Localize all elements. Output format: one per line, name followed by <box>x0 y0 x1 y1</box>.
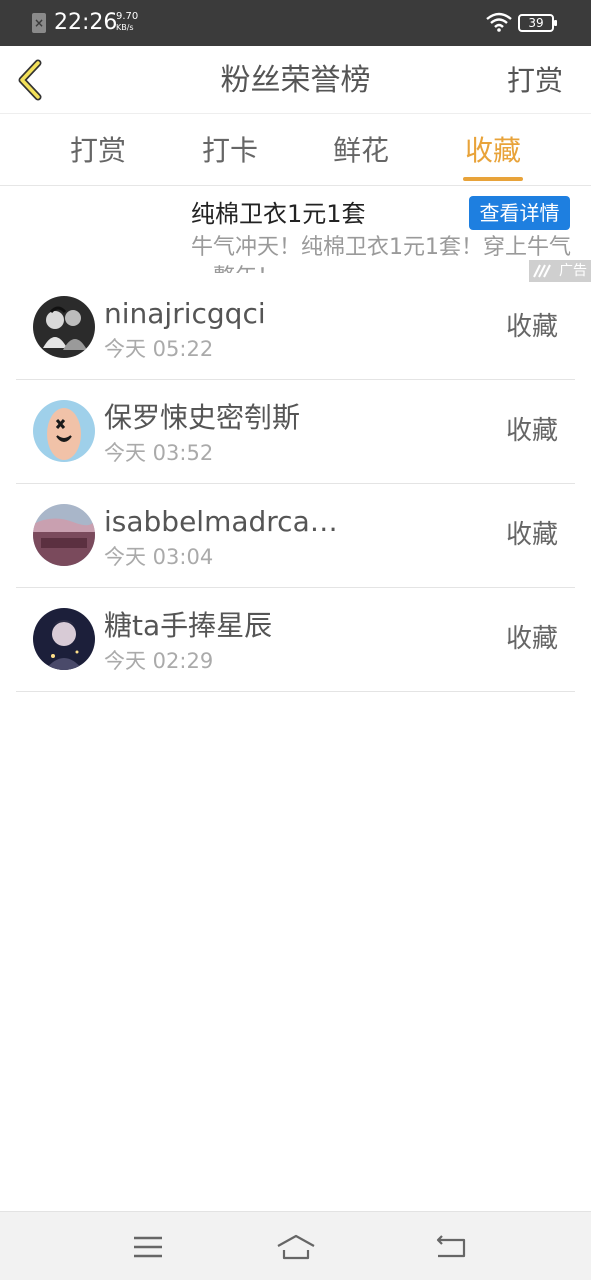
active-tab-indicator <box>463 177 523 181</box>
favorites-list: ninajricgqci 今天 05:22 收藏 保罗悚史密刳斯 今天 03:5… <box>16 276 575 692</box>
tab-reward[interactable]: 打赏 <box>38 132 158 170</box>
tab-bar: 打赏 打卡 鲜花 收藏 <box>0 114 591 186</box>
item-action: 收藏 <box>505 520 558 550</box>
item-action: 收藏 <box>505 312 558 342</box>
status-time: 22:26 <box>54 10 118 35</box>
item-action: 收藏 <box>505 624 558 654</box>
net-speed: 9.70 KB/s <box>116 11 138 33</box>
item-time: 今天 05:22 <box>104 337 214 361</box>
user-name: ninajricgqci <box>104 297 266 330</box>
back-nav-icon[interactable] <box>430 1232 470 1262</box>
list-item[interactable]: ninajricgqci 今天 05:22 收藏 <box>16 276 575 380</box>
tab-favorites[interactable]: 收藏 <box>433 132 553 170</box>
page-title: 粉丝荣誉榜 <box>220 63 371 98</box>
user-name: 糖ta手捧星辰 <box>104 609 273 642</box>
system-nav-bar <box>0 1211 591 1280</box>
list-item[interactable]: 保罗悚史密刳斯 今天 03:52 收藏 <box>16 380 575 484</box>
status-bar: × 22:26 9.70 KB/s 39 <box>0 0 591 46</box>
home-icon[interactable] <box>276 1232 316 1262</box>
reward-button[interactable]: 打赏 <box>507 62 563 100</box>
net-speed-unit: KB/s <box>116 23 134 32</box>
item-time: 今天 03:04 <box>104 545 214 569</box>
user-name: 保罗悚史密刳斯 <box>104 401 301 434</box>
header: 粉丝荣誉榜 打赏 <box>0 46 591 114</box>
avatar <box>33 504 95 566</box>
list-item[interactable]: isabbelmadrca… 今天 03:04 收藏 <box>16 484 575 588</box>
list-item[interactable]: 糖ta手捧星辰 今天 02:29 收藏 <box>16 588 575 692</box>
item-time: 今天 02:29 <box>104 649 214 673</box>
avatar <box>33 608 95 670</box>
net-speed-value: 9.70 <box>116 11 139 22</box>
no-sim-icon: × <box>32 13 46 33</box>
item-time: 今天 03:52 <box>104 441 214 465</box>
tab-flowers[interactable]: 鲜花 <box>301 132 421 170</box>
wifi-icon <box>486 12 512 32</box>
battery-indicator: 39 <box>518 14 557 32</box>
ad-title: 纯棉卫衣1元1套 <box>191 200 366 228</box>
user-name: isabbelmadrca… <box>104 505 338 538</box>
item-action: 收藏 <box>505 416 558 446</box>
ad-details-button[interactable]: 查看详情 <box>469 196 570 230</box>
ad-banner[interactable]: 纯棉卫衣1元1套 查看详情 牛气冲天！纯棉卫衣1元1套！穿上牛气一整年！ 广告 <box>0 187 591 282</box>
menu-icon[interactable] <box>128 1232 168 1262</box>
avatar <box>33 296 95 358</box>
avatar <box>33 400 95 462</box>
tab-checkin[interactable]: 打卡 <box>170 132 290 170</box>
